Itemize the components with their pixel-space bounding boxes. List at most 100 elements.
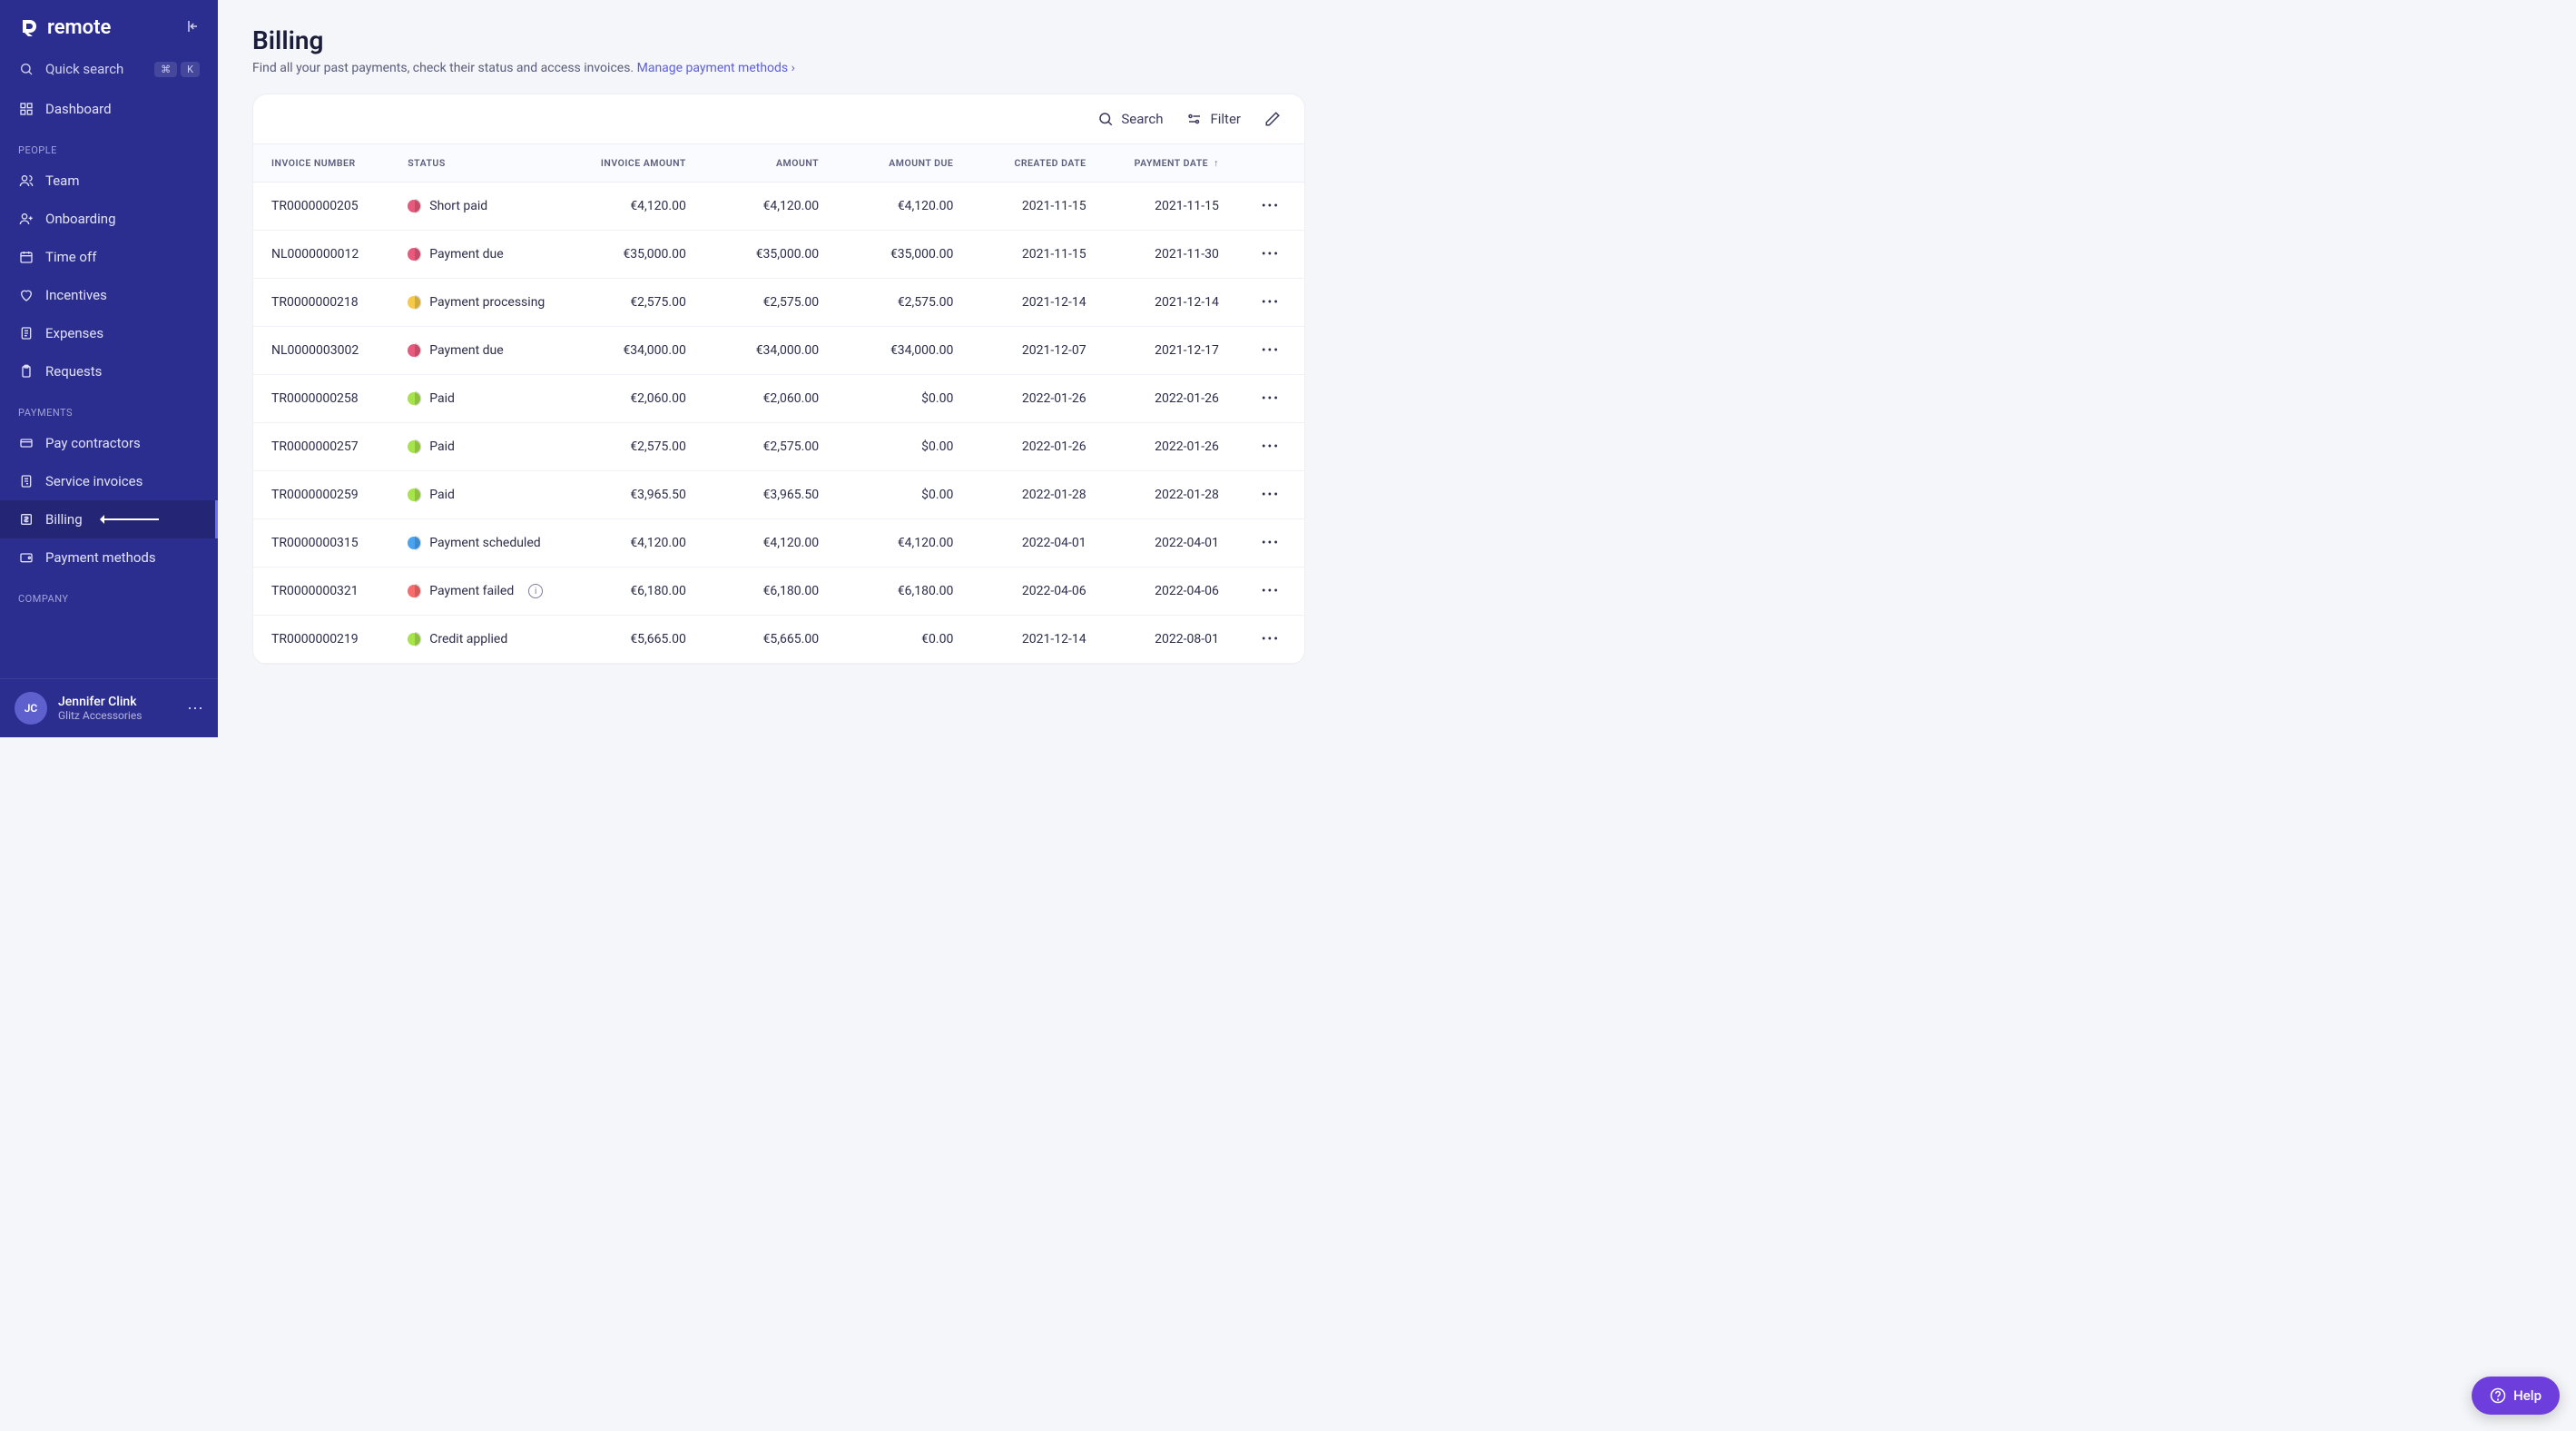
status-cell: Short paid bbox=[389, 183, 571, 231]
nav-item-team[interactable]: Team bbox=[0, 162, 218, 200]
nav-item-pay-contractors[interactable]: Pay contractors bbox=[0, 424, 218, 462]
nav-item-requests[interactable]: Requests bbox=[0, 352, 218, 390]
nav-item-onboarding[interactable]: Onboarding bbox=[0, 200, 218, 238]
collapse-icon bbox=[183, 18, 200, 35]
status-cell: Payment scheduled bbox=[389, 519, 571, 567]
table-row[interactable]: TR0000000315Payment scheduled€4,120.00€4… bbox=[253, 519, 1304, 567]
table-row[interactable]: TR0000000219Credit applied€5,665.00€5,66… bbox=[253, 616, 1304, 664]
status-dot bbox=[408, 633, 420, 646]
created-date: 2022-04-01 bbox=[971, 519, 1104, 567]
invoice-amount: €2,575.00 bbox=[572, 279, 704, 327]
manage-payment-methods-link[interactable]: Manage payment methods › bbox=[637, 61, 795, 75]
invoice-icon bbox=[18, 473, 34, 489]
help-icon bbox=[2490, 1387, 2506, 1404]
collapse-sidebar-button[interactable] bbox=[183, 18, 200, 38]
payment-date: 2022-08-01 bbox=[1105, 616, 1237, 664]
amount-due: $0.00 bbox=[837, 423, 971, 471]
invoice-amount: €3,965.50 bbox=[572, 471, 704, 519]
search-icon bbox=[1097, 111, 1114, 127]
card-icon bbox=[18, 435, 34, 451]
table-row[interactable]: TR0000000257Paid€2,575.00€2,575.00$0.002… bbox=[253, 423, 1304, 471]
row-actions-button[interactable]: ••• bbox=[1237, 327, 1304, 375]
invoice-amount: €4,120.00 bbox=[572, 519, 704, 567]
logo-icon bbox=[18, 17, 40, 39]
nav-item-time-off[interactable]: Time off bbox=[0, 238, 218, 276]
invoice-number: TR0000000315 bbox=[253, 519, 389, 567]
sort-asc-icon: ↑ bbox=[1214, 157, 1219, 169]
invoice-amount: €2,060.00 bbox=[572, 375, 704, 423]
payment-date: 2022-01-26 bbox=[1105, 375, 1237, 423]
nav-section-title: PAYMENTS bbox=[0, 390, 218, 424]
col-header[interactable]: AMOUNT DUE bbox=[837, 144, 971, 183]
table-row[interactable]: NL0000003002Payment due€34,000.00€34,000… bbox=[253, 327, 1304, 375]
quick-search-label: Quick search bbox=[45, 61, 123, 77]
nav-item-service-invoices[interactable]: Service invoices bbox=[0, 462, 218, 500]
nav-item-incentives[interactable]: Incentives bbox=[0, 276, 218, 314]
col-header[interactable]: INVOICE AMOUNT bbox=[572, 144, 704, 183]
table-row[interactable]: NL0000000012Payment due€35,000.00€35,000… bbox=[253, 231, 1304, 279]
status-dot bbox=[408, 440, 420, 453]
table-row[interactable]: TR0000000321Payment failedi€6,180.00€6,1… bbox=[253, 567, 1304, 616]
amount: €2,575.00 bbox=[704, 423, 837, 471]
table-row[interactable]: TR0000000218Payment processing€2,575.00€… bbox=[253, 279, 1304, 327]
amount: €5,665.00 bbox=[704, 616, 837, 664]
row-actions-button[interactable]: ••• bbox=[1237, 231, 1304, 279]
help-button[interactable]: Help bbox=[2472, 1377, 2560, 1415]
table-row[interactable]: TR0000000205Short paid€4,120.00€4,120.00… bbox=[253, 183, 1304, 231]
status-dot bbox=[408, 585, 420, 597]
nav-section-title: PEOPLE bbox=[0, 128, 218, 162]
amount: €2,575.00 bbox=[704, 279, 837, 327]
quick-search-keys: ⌘ K bbox=[154, 62, 200, 77]
amount: €34,000.00 bbox=[704, 327, 837, 375]
invoice-number: TR0000000218 bbox=[253, 279, 389, 327]
created-date: 2021-11-15 bbox=[971, 183, 1104, 231]
nav-item-payment-methods[interactable]: Payment methods bbox=[0, 538, 218, 577]
billing-card: Search Filter INVOICE NUMBERSTATUSINVOIC… bbox=[252, 94, 1305, 665]
receipt-icon bbox=[18, 325, 34, 341]
row-actions-button[interactable]: ••• bbox=[1237, 471, 1304, 519]
nav-section-title: COMPANY bbox=[0, 577, 218, 610]
col-header[interactable]: CREATED DATE bbox=[971, 144, 1104, 183]
col-header[interactable]: INVOICE NUMBER bbox=[253, 144, 389, 183]
user-menu[interactable]: JC Jennifer Clink Glitz Accessories ⋯ bbox=[0, 678, 218, 737]
created-date: 2022-01-26 bbox=[971, 375, 1104, 423]
payment-date: 2021-12-17 bbox=[1105, 327, 1237, 375]
table-row[interactable]: TR0000000258Paid€2,060.00€2,060.00$0.002… bbox=[253, 375, 1304, 423]
amount-due: €0.00 bbox=[837, 616, 971, 664]
nav-label: Requests bbox=[45, 363, 102, 380]
billing-table: INVOICE NUMBERSTATUSINVOICE AMOUNTAMOUNT… bbox=[253, 143, 1304, 664]
nav-item-expenses[interactable]: Expenses bbox=[0, 314, 218, 352]
row-actions-button[interactable]: ••• bbox=[1237, 279, 1304, 327]
col-header[interactable]: STATUS bbox=[389, 144, 571, 183]
col-header[interactable]: AMOUNT bbox=[704, 144, 837, 183]
col-header[interactable]: PAYMENT DATE↑ bbox=[1105, 144, 1237, 183]
row-actions-button[interactable]: ••• bbox=[1237, 567, 1304, 616]
more-icon[interactable]: ⋯ bbox=[187, 699, 203, 718]
nav-dashboard[interactable]: Dashboard bbox=[0, 90, 218, 128]
pencil-icon bbox=[1264, 111, 1281, 127]
nav-label: Incentives bbox=[45, 287, 107, 303]
edit-columns-button[interactable] bbox=[1264, 111, 1281, 127]
row-actions-button[interactable]: ••• bbox=[1237, 423, 1304, 471]
amount: €6,180.00 bbox=[704, 567, 837, 616]
filter-button[interactable]: Filter bbox=[1186, 111, 1241, 127]
nav-item-billing[interactable]: Billing bbox=[0, 500, 218, 538]
dollar-icon bbox=[18, 511, 34, 528]
row-actions-button[interactable]: ••• bbox=[1237, 375, 1304, 423]
status-dot bbox=[408, 296, 420, 309]
amount-due: $0.00 bbox=[837, 375, 971, 423]
info-icon[interactable]: i bbox=[528, 584, 543, 598]
row-actions-button[interactable]: ••• bbox=[1237, 616, 1304, 664]
row-actions-button[interactable]: ••• bbox=[1237, 183, 1304, 231]
search-button[interactable]: Search bbox=[1097, 111, 1163, 127]
invoice-amount: €6,180.00 bbox=[572, 567, 704, 616]
heart-icon bbox=[18, 287, 34, 303]
row-actions-button[interactable]: ••• bbox=[1237, 519, 1304, 567]
status-cell: Payment failedi bbox=[389, 567, 571, 616]
quick-search[interactable]: Quick search ⌘ K bbox=[0, 48, 218, 90]
invoice-amount: €35,000.00 bbox=[572, 231, 704, 279]
brand-logo[interactable]: remote bbox=[18, 16, 111, 39]
amount-due: €2,575.00 bbox=[837, 279, 971, 327]
table-row[interactable]: TR0000000259Paid€3,965.50€3,965.50$0.002… bbox=[253, 471, 1304, 519]
amount-due: €4,120.00 bbox=[837, 183, 971, 231]
